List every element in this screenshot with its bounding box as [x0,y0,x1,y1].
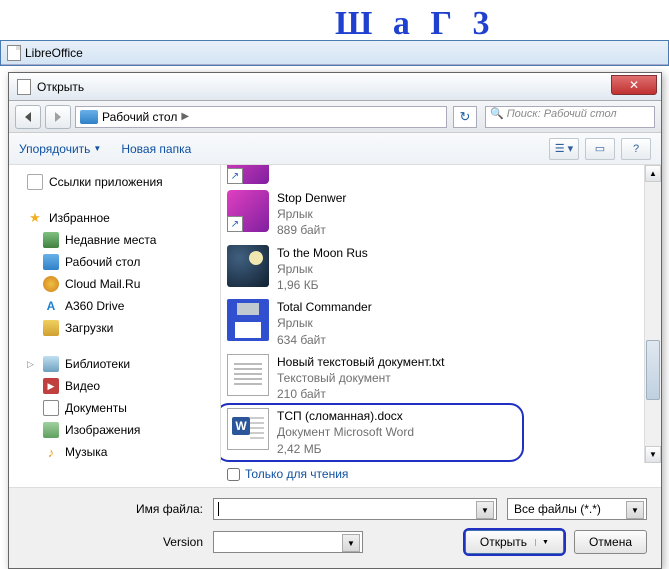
version-label: Version [23,535,203,549]
scroll-down-button[interactable]: ▼ [645,446,661,463]
sidebar-app-links[interactable]: Ссылки приложения [9,171,220,193]
filename-label: Имя файла: [23,502,203,516]
scroll-track[interactable] [645,182,661,446]
sidebar: Ссылки приложения ★Избранное Недавние ме… [9,165,221,463]
breadcrumb[interactable]: Рабочий стол ▶ [75,106,447,128]
scroll-thumb[interactable] [646,340,660,400]
file-item-selected[interactable]: ТСП (сломанная).docxДокумент Microsoft W… [221,405,644,460]
file-list[interactable]: 889 байт Stop DenwerЯрлык889 байт To the… [221,165,644,463]
expand-icon: ▷ [27,359,37,370]
readonly-label[interactable]: Только для чтения [245,467,348,481]
file-item[interactable]: Stop DenwerЯрлык889 байт [221,187,644,242]
search-icon: 🔍 [490,108,504,120]
chevron-down-icon: ▼ [93,144,101,153]
desktop-icon [80,110,98,124]
close-button[interactable]: ✕ [611,75,657,95]
breadcrumb-text: Рабочий стол [102,110,177,124]
star-icon: ★ [27,210,43,226]
dialog-title: Открыть [37,80,611,94]
downloads-icon [43,320,59,336]
preview-button[interactable]: ▭ [585,138,615,160]
cancel-button[interactable]: Отмена [574,530,647,554]
open-button[interactable]: Открыть▼ [465,530,564,554]
document-icon [43,400,59,416]
music-icon: ♪ [43,444,59,460]
open-dialog: Открыть ✕ Рабочий стол ▶ ↻ 🔍Поиск: Рабоч… [8,72,662,569]
sidebar-item-a360[interactable]: AA360 Drive [9,295,220,317]
recent-icon [43,232,59,248]
sidebar-item-desktop[interactable]: Рабочий стол [9,251,220,273]
file-area: 889 байт Stop DenwerЯрлык889 байт To the… [221,165,661,463]
toolbar: Упорядочить▼ Новая папка ☰ ▾ ▭ ? [9,133,661,165]
version-select[interactable] [213,531,363,553]
text-file-icon [227,354,269,396]
image-icon [43,422,59,438]
app-icon [227,245,269,287]
readonly-checkbox[interactable] [227,468,240,481]
link-icon [27,174,43,190]
shortcut-icon [227,165,269,184]
sidebar-item-recent[interactable]: Недавние места [9,229,220,251]
view-button[interactable]: ☰ ▾ [549,138,579,160]
refresh-icon: ↻ [460,109,471,125]
sidebar-libraries[interactable]: ▷Библиотеки [9,353,220,375]
sidebar-item-cloud[interactable]: Cloud Mail.Ru [9,273,220,295]
file-item[interactable]: To the Moon RusЯрлык1,96 КБ [221,242,644,297]
help-button[interactable]: ? [621,138,651,160]
sidebar-item-downloads[interactable]: Загрузки [9,317,220,339]
sidebar-item-images[interactable]: Изображения [9,419,220,441]
refresh-button[interactable]: ↻ [453,106,477,128]
dialog-icon [17,79,31,95]
forward-button[interactable] [45,105,71,129]
scrollbar[interactable]: ▲ ▼ [644,165,661,463]
handwritten-annotation: Ш а Г 3 [335,5,495,43]
sidebar-item-video[interactable]: ▶Видео [9,375,220,397]
document-icon [7,45,21,61]
readonly-row: Только для чтения [9,463,661,487]
file-item[interactable]: Новый текстовый документ.txtТекстовый до… [221,351,644,406]
file-type-filter[interactable]: Все файлы (*.*) [507,498,647,520]
chevron-down-icon: ▼ [535,539,549,546]
main-titlebar[interactable]: LibreOffice [1,41,668,65]
organize-button[interactable]: Упорядочить▼ [19,142,101,156]
file-item[interactable]: Total CommanderЯрлык634 байт [221,296,644,351]
desktop-icon [43,254,59,270]
file-item[interactable]: 889 байт [221,165,644,187]
library-icon [43,356,59,372]
arrow-left-icon [25,112,31,122]
filename-input[interactable] [213,498,497,520]
shortcut-icon [227,190,269,232]
a360-icon: A [43,298,59,314]
word-file-icon [227,408,269,450]
sidebar-item-music[interactable]: ♪Музыка [9,441,220,463]
main-window-title: LibreOffice [25,46,83,60]
new-folder-button[interactable]: Новая папка [121,142,191,156]
scroll-up-button[interactable]: ▲ [645,165,661,182]
nav-bar: Рабочий стол ▶ ↻ 🔍Поиск: Рабочий стол [9,101,661,133]
libreoffice-window: LibreOffice [0,40,669,66]
floppy-icon [227,299,269,341]
arrow-right-icon [55,112,61,122]
bottom-panel: Имя файла: Все файлы (*.*) Version Откры… [9,487,661,568]
cloud-icon [43,276,59,292]
search-input[interactable]: 🔍Поиск: Рабочий стол [485,106,655,128]
dialog-titlebar[interactable]: Открыть ✕ [9,73,661,101]
sidebar-favorites[interactable]: ★Избранное [9,207,220,229]
sidebar-item-documents[interactable]: Документы [9,397,220,419]
back-button[interactable] [15,105,41,129]
video-icon: ▶ [43,378,59,394]
chevron-right-icon: ▶ [181,111,189,122]
